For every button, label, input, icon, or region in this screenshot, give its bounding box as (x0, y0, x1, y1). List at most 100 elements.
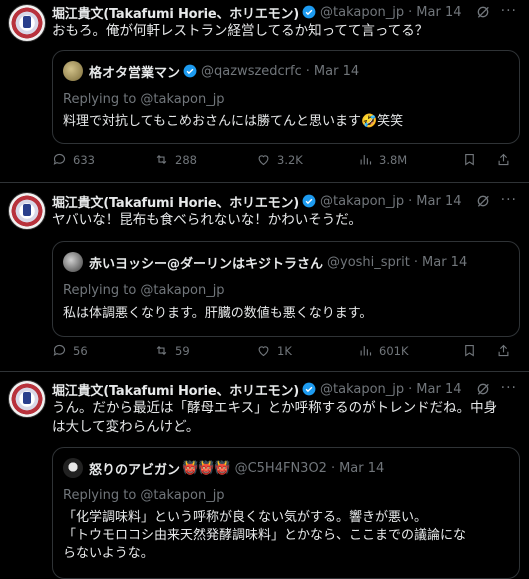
views-button[interactable]: 601K (358, 343, 409, 358)
views-count: 3.8M (379, 152, 408, 167)
author-avatar[interactable] (8, 380, 46, 418)
verified-badge-icon (302, 194, 316, 208)
reply-count: 633 (73, 152, 95, 167)
quoted-date: Mar 14 (313, 63, 360, 79)
grok-icon[interactable] (475, 193, 491, 209)
author-avatar[interactable] (8, 4, 46, 42)
reply-icon (53, 153, 66, 165)
action-bar: 633 288 3.2K 3.8M (52, 152, 518, 172)
tweet-2[interactable]: 堀江貴文(Takafumi Horie、ホリエモン) @takapon_jp ·… (0, 183, 529, 371)
repost-button[interactable]: 288 (154, 152, 197, 167)
like-count: 1K (277, 343, 292, 358)
like-icon (258, 155, 269, 166)
tweet-date[interactable]: Mar 14 (416, 5, 461, 20)
share-icon (498, 153, 509, 166)
separator-dot: · (330, 460, 336, 476)
bookmark-button[interactable] (462, 152, 477, 167)
tweet-text: うん。だから最近は「酵母エキス」とか呼称するのがトレンドだね。中身 は大して変わ… (52, 399, 522, 437)
quoted-handle: @yoshi_sprit (327, 254, 410, 270)
like-icon (258, 346, 269, 357)
tweet-text: おもろ。俺が何軒レストラン経営してるか知ってて言ってる？ (52, 23, 429, 39)
quoted-header: 格オタ営業マン @qazwszedcrfc · Mar 14 (89, 61, 359, 81)
bookmark-icon (465, 344, 474, 357)
separator-dot: · (408, 4, 413, 20)
like-button[interactable]: 1K (256, 343, 292, 358)
more-icon[interactable]: ··· (501, 3, 517, 19)
author-name[interactable]: 堀江貴文(Takafumi Horie、ホリエモン) (52, 380, 299, 399)
quoted-avatar (63, 61, 83, 81)
more-icon[interactable]: ··· (501, 192, 517, 208)
repost-icon (156, 154, 167, 165)
tweet-3[interactable]: 堀江貴文(Takafumi Horie、ホリエモン) @takapon_jp ·… (0, 372, 529, 579)
tweet-header: 堀江貴文(Takafumi Horie、ホリエモン) @takapon_jp ·… (52, 2, 461, 22)
views-count: 601K (379, 343, 409, 358)
tweet-date[interactable]: Mar 14 (416, 194, 461, 209)
grok-icon[interactable] (475, 4, 491, 20)
quoted-date: Mar 14 (339, 460, 385, 476)
repost-count: 59 (175, 343, 190, 358)
replying-to: Replying to @takapon_jp (63, 283, 225, 298)
replying-to: Replying to @takapon_jp (63, 488, 225, 503)
quoted-handle: @qazwszedcrfc (201, 63, 302, 79)
repost-count: 288 (175, 152, 197, 167)
quoted-text: 料理で対抗してもこめおさんには勝てんと思います🤣笑笑 (63, 114, 404, 129)
quoted-date: Mar 14 (422, 254, 468, 270)
quoted-text-line: らないような。 (63, 546, 154, 561)
quoted-header: 赤いヨッシー@ダーリンはキジトラさん @yoshi_sprit · Mar 14 (89, 252, 467, 272)
bookmark-icon (465, 153, 474, 166)
reply-button[interactable]: 56 (52, 343, 88, 358)
separator-dot: · (305, 63, 310, 79)
like-button[interactable]: 3.2K (256, 152, 303, 167)
quoted-text-line: 「トウモロコシ由来天然発酵調味料」とかなら、ここまでの議論にな (63, 528, 467, 543)
author-name[interactable]: 堀江貴文(Takafumi Horie、ホリエモン) (52, 3, 299, 22)
tweet-date[interactable]: Mar 14 (416, 382, 461, 397)
quoted-tweet[interactable]: 格オタ営業マン @qazwszedcrfc · Mar 14 Replying … (52, 50, 520, 144)
grok-icon[interactable] (475, 381, 491, 397)
tweet-header: 堀江貴文(Takafumi Horie、ホリエモン) @takapon_jp ·… (52, 379, 461, 399)
quoted-text: 私は体調悪くなります。肝臓の数値も悪くなります。 (63, 306, 373, 321)
views-icon (360, 346, 372, 356)
quoted-text-line: 「化学調味料」という呼称が良くない気がする。響きが悪い。 (63, 510, 428, 525)
quoted-name: 赤いヨッシー@ダーリンはキジトラさん (89, 256, 324, 272)
tweet-text: ヤバいな！昆布も食べられないな！かわいそうだ。 (52, 212, 362, 228)
tweet-header: 堀江貴文(Takafumi Horie、ホリエモン) @takapon_jp ·… (52, 191, 461, 211)
author-handle[interactable]: @takapon_jp (320, 382, 404, 397)
separator-dot: · (413, 254, 419, 270)
quoted-name: 格オタ営業マン (89, 65, 181, 81)
quoted-tweet[interactable]: 怒りのアビガン 👹👹👹 @C5H4FN3O2 · Mar 14 Replying… (52, 447, 520, 579)
author-handle[interactable]: @takapon_jp (320, 194, 404, 209)
verified-badge-icon (302, 5, 316, 19)
quoted-name-emoji: 👹👹👹 (182, 460, 231, 476)
share-button[interactable] (496, 343, 511, 358)
verified-badge-icon (183, 64, 197, 78)
quoted-avatar (63, 458, 83, 478)
like-count: 3.2K (277, 152, 303, 167)
reply-button[interactable]: 633 (52, 152, 95, 167)
author-name[interactable]: 堀江貴文(Takafumi Horie、ホリエモン) (52, 192, 299, 211)
author-handle[interactable]: @takapon_jp (320, 5, 404, 20)
action-bar: 56 59 1K 601K (52, 343, 518, 363)
reply-icon (53, 344, 66, 356)
quoted-handle: @C5H4FN3O2 (234, 460, 327, 476)
views-icon (360, 155, 372, 165)
quoted-tweet[interactable]: 赤いヨッシー@ダーリンはキジトラさん @yoshi_sprit · Mar 14… (52, 241, 520, 337)
repost-button[interactable]: 59 (154, 343, 190, 358)
separator-dot: · (408, 193, 413, 209)
quoted-avatar (63, 252, 83, 272)
replying-to: Replying to @takapon_jp (63, 92, 225, 107)
bookmark-button[interactable] (462, 343, 477, 358)
tweet-text-line: は大して変わらんけど。 (52, 419, 200, 435)
share-icon (498, 344, 509, 357)
reply-count: 56 (73, 343, 88, 358)
separator-dot: · (408, 381, 413, 397)
more-icon[interactable]: ··· (501, 380, 517, 396)
quoted-name: 怒りのアビガン (89, 462, 181, 478)
repost-icon (156, 345, 167, 356)
quoted-text: 「化学調味料」という呼称が良くない気がする。響きが悪い。 「トウモロコシ由来天然… (63, 509, 509, 563)
views-button[interactable]: 3.8M (358, 152, 407, 167)
quoted-header: 怒りのアビガン 👹👹👹 @C5H4FN3O2 · Mar 14 (89, 458, 384, 478)
tweet-1[interactable]: 堀江貴文(Takafumi Horie、ホリエモン) @takapon_jp ·… (0, 0, 529, 182)
author-avatar[interactable] (8, 192, 46, 230)
verified-badge-icon (302, 382, 316, 396)
share-button[interactable] (496, 152, 511, 167)
